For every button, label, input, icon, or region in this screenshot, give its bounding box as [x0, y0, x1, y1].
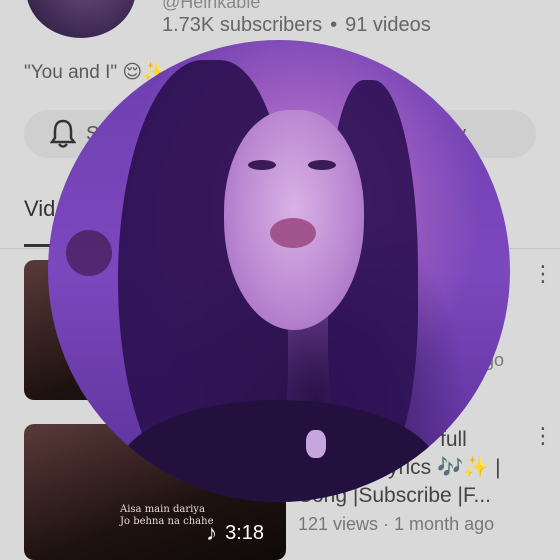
tab-videos[interactable]: Vid: [24, 196, 55, 222]
photo-eye: [308, 160, 336, 170]
music-note-icon: ♪: [206, 520, 218, 545]
more-vert-icon[interactable]: ⋮: [532, 425, 554, 447]
subscriber-count: 1.73K subscribers: [162, 14, 323, 36]
profile-picture-overlay[interactable]: [48, 40, 510, 502]
stats-separator: •: [330, 14, 338, 36]
video-meta: 121 views · 1 month ago: [298, 514, 495, 534]
bell-icon: [50, 119, 76, 149]
more-vert-icon[interactable]: ⋮: [532, 263, 554, 285]
thumbnail-caption: Aisa main dariya: [120, 504, 205, 515]
thumbnail-caption: Jo behna na chahe: [120, 516, 214, 527]
channel-avatar[interactable]: [26, 0, 136, 38]
photo-flower: [66, 230, 112, 276]
photo-pendant: [306, 430, 326, 458]
photo-eye: [248, 160, 276, 170]
duration-text: 3:18: [225, 521, 264, 544]
video-count: 91 videos: [345, 14, 431, 36]
duration-badge: ♪ 3:18: [206, 520, 264, 546]
photo-lips: [270, 218, 316, 248]
channel-description[interactable]: "You and I" 😌✨: [24, 60, 166, 84]
channel-stats: 1.73K subscribers • 91 videos: [162, 14, 431, 37]
channel-handle: @Heinkable: [162, 0, 261, 12]
